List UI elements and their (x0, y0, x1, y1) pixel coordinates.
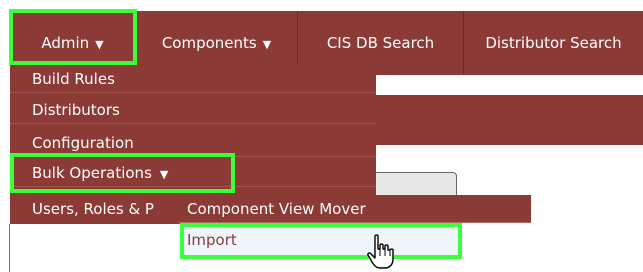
menu-item-users-roles-label: Users, Roles & P (32, 200, 154, 218)
content-border-line (9, 224, 10, 272)
menu-item-distributors[interactable]: Distributors (10, 96, 376, 124)
menu-item-bulk-operations[interactable]: Bulk Operations ▼ (10, 159, 376, 187)
menu-item-bulk-operations-label: Bulk Operations (32, 164, 152, 182)
caret-down-icon: ▼ (262, 38, 272, 51)
bulk-operations-submenu: Component View Mover Import (178, 195, 531, 259)
menu-item-build-rules[interactable]: Build Rules (10, 65, 376, 93)
menu-item-build-rules-label: Build Rules (32, 70, 115, 88)
menu-item-configuration-label: Configuration (32, 134, 134, 152)
content-header-bar (376, 95, 643, 145)
caret-down-icon: ▼ (95, 38, 104, 51)
submenu-item-component-view-mover-label: Component View Mover (187, 200, 366, 218)
nav-admin-label: Admin (41, 34, 90, 52)
hand-cursor-icon (367, 234, 394, 269)
nav-components-label: Components (161, 34, 257, 52)
nav-distributor-search-label: Distributor Search (485, 34, 622, 52)
submenu-item-import[interactable]: Import (178, 225, 458, 257)
nav-cis-db-search-label: CIS DB Search (326, 34, 435, 52)
caret-down-icon: ▼ (159, 168, 169, 181)
menu-item-distributors-label: Distributors (32, 101, 120, 119)
submenu-item-component-view-mover[interactable]: Component View Mover (178, 195, 531, 223)
menu-item-configuration[interactable]: Configuration (10, 129, 376, 157)
nav-distributor-search[interactable]: Distributor Search (464, 11, 643, 75)
submenu-item-import-label: Import (187, 231, 237, 249)
